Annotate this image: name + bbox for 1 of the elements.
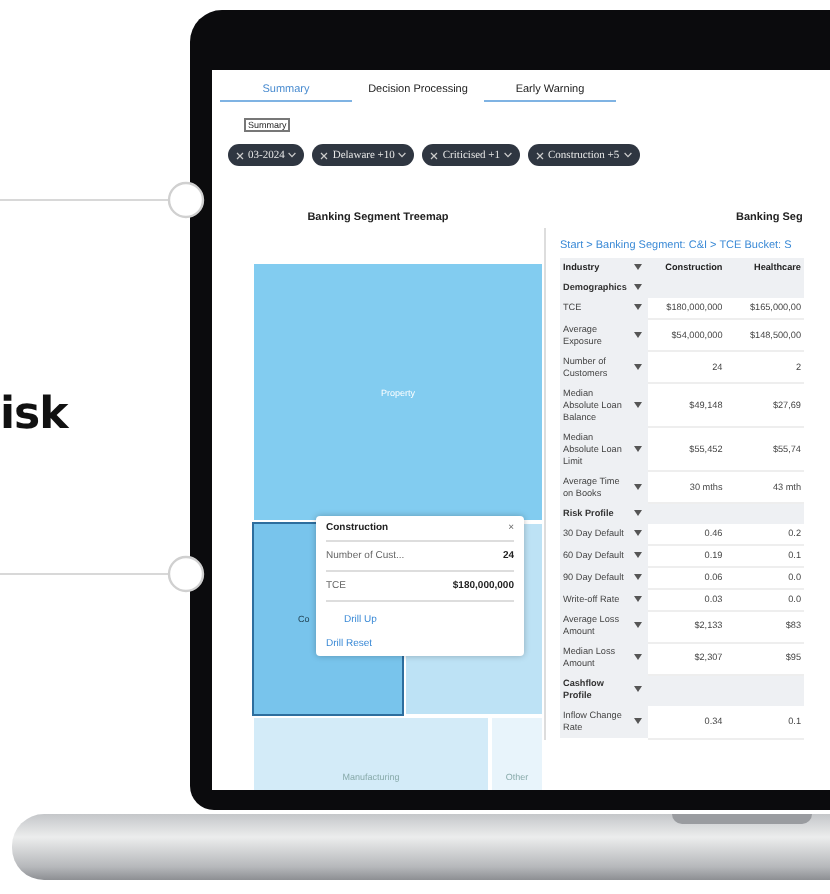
heading-text: isk (0, 390, 71, 444)
